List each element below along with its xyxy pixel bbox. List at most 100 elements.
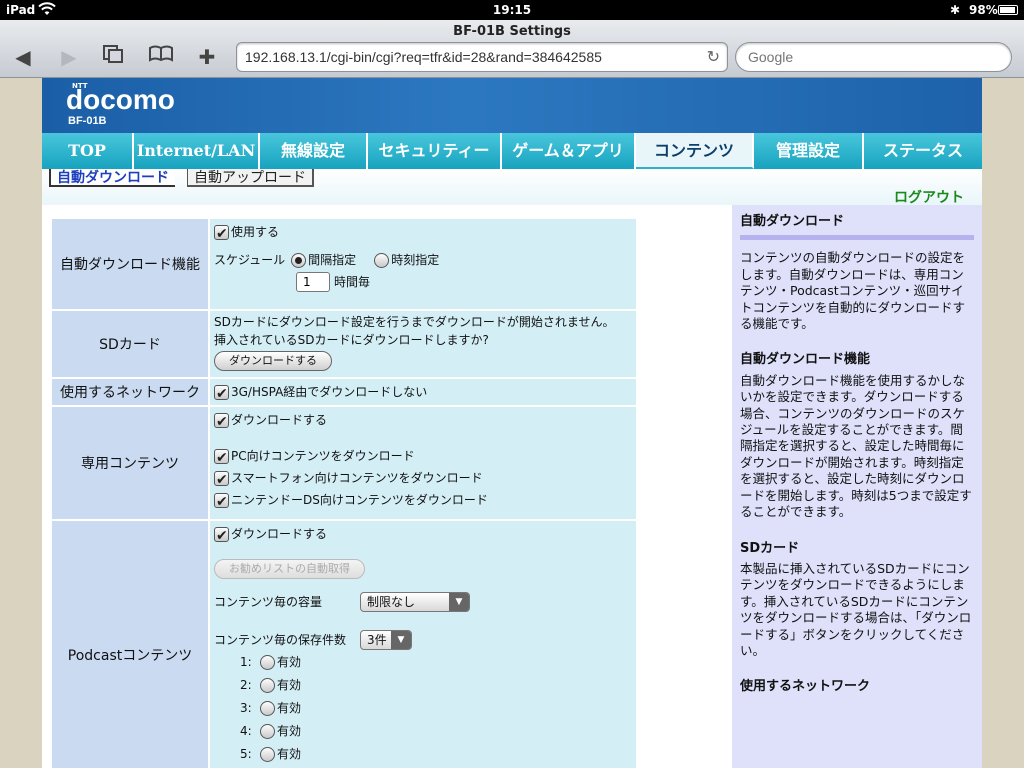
pc-contents-checkbox[interactable] — [214, 447, 229, 469]
ds-contents-checkbox[interactable] — [214, 491, 229, 513]
podcast-contents-field: ダウンロードする お勧めリストの自動取得 コンテンツ毎の容量 制限なし ▼ コン… — [208, 519, 638, 768]
help-title: 自動ダウンロード — [740, 214, 845, 229]
tab-status[interactable]: ステータス — [864, 133, 982, 169]
tab-contents[interactable]: コンテンツ — [636, 133, 754, 169]
search-field[interactable] — [735, 42, 1012, 72]
sd-card-label: SDカード — [50, 309, 210, 379]
enable-label: 有効 — [277, 701, 302, 715]
router-page: NTT docomo BF-01B TOP Internet/LAN 無線設定 … — [42, 78, 982, 768]
count-label: コンテンツ毎の保存件数 — [214, 633, 347, 647]
podcast-row-4-enable[interactable] — [260, 723, 275, 739]
podcast-row-1-enable[interactable] — [260, 654, 275, 670]
count-value: 3件 — [367, 633, 387, 647]
settings-table: 自動ダウンロード機能 使用する スケジュール 間隔指定 時刻指定 — [50, 217, 638, 768]
auto-download-field: 使用する スケジュール 間隔指定 時刻指定 時間毎 — [208, 217, 638, 311]
network-label: 使用するネットワーク — [50, 377, 210, 407]
podcast-row-3-enable[interactable] — [260, 700, 275, 716]
bookmarks-icon[interactable] — [146, 44, 176, 70]
settings-area: 自動ダウンロード機能 使用する スケジュール 間隔指定 時刻指定 — [42, 205, 732, 768]
podcast-row-number: 1: — [240, 655, 252, 669]
schedule-label: スケジュール — [214, 253, 286, 267]
smartphone-contents-label: スマートフォン向けコンテンツをダウンロード — [231, 471, 483, 485]
sd-card-notice: SDカードにダウンロード設定を行うまでダウンロードが開始されません。 — [214, 315, 615, 329]
tab-security[interactable]: セキュリティー — [368, 133, 502, 169]
search-input[interactable] — [748, 49, 998, 65]
page-header: NTT docomo BF-01B — [42, 78, 982, 133]
back-arrow-icon[interactable]: ◀ — [8, 44, 38, 70]
sub-navigation: 自動ダウンロード 自動アップロード — [42, 169, 982, 205]
podcast-row-number: 2: — [240, 678, 252, 692]
interval-label: 間隔指定 — [308, 253, 357, 267]
enable-label: 有効 — [277, 724, 302, 738]
time-radio[interactable] — [374, 252, 390, 268]
tab-internet-lan[interactable]: Internet/LAN — [134, 133, 260, 169]
auto-download-label: 自動ダウンロード機能 — [50, 217, 210, 311]
podcast-row-number: 4: — [240, 724, 252, 738]
auto-fetch-button[interactable]: お勧めリストの自動取得 — [214, 559, 365, 579]
sd-card-question: 挿入されているSDカードにダウンロードしますか? — [214, 333, 489, 347]
network-field: 3G/HSPA経由でダウンロードしない — [208, 377, 638, 407]
logout-link[interactable]: ログアウト — [894, 187, 964, 207]
help-text: コンテンツの自動ダウンロードの設定をします。自動ダウンロードは、専用コンテンツ・… — [740, 250, 966, 332]
main-menu: TOP Internet/LAN 無線設定 セキュリティー ゲーム＆アプリ コン… — [42, 133, 982, 169]
tab-wireless[interactable]: 無線設定 — [260, 133, 368, 169]
url-text[interactable]: 192.168.13.1/cgi-bin/cgi?req=tfr&id=28&r… — [245, 49, 602, 65]
browser-page-title: BF-01B Settings — [453, 24, 571, 39]
battery-icon — [998, 5, 1018, 15]
hours-input[interactable] — [296, 272, 330, 292]
podcast-row-number: 3: — [240, 701, 252, 715]
help-panel: 自動ダウンロード コンテンツの自動ダウンロードの設定をします。自動ダウンロードは… — [732, 205, 982, 768]
ds-contents-label: ニンテンドーDS向けコンテンツをダウンロード — [231, 493, 488, 507]
address-bar[interactable]: 192.168.13.1/cgi-bin/cgi?req=tfr&id=28&r… — [236, 42, 728, 72]
tab-admin[interactable]: 管理設定 — [754, 133, 864, 169]
sd-download-button[interactable]: ダウンロードする — [214, 351, 332, 371]
podcast-row-2-enable[interactable] — [260, 677, 275, 693]
auto-download-use-checkbox[interactable] — [214, 223, 229, 245]
dedicated-contents-field: ダウンロードする PC向けコンテンツをダウンロード スマートフォン向けコンテンツ… — [208, 405, 638, 521]
podcast-download-label: ダウンロードする — [231, 527, 328, 541]
subtab-auto-download[interactable]: 自動ダウンロード — [49, 169, 175, 187]
enable-label: 有効 — [277, 655, 302, 669]
help-text: 本製品に挿入されているSDカードにコンテンツをダウンロードできるようにします。挿… — [740, 560, 972, 658]
podcast-row-number: 5: — [240, 747, 252, 761]
podcast-download-checkbox[interactable] — [214, 525, 229, 547]
network-3g-checkbox[interactable] — [214, 383, 229, 405]
clock: 19:15 — [492, 3, 532, 17]
capacity-select[interactable]: 制限なし ▼ — [360, 592, 470, 612]
help-title: 自動ダウンロード機能 — [740, 352, 871, 368]
help-title: SDカード — [740, 540, 800, 556]
tab-games-apps[interactable]: ゲーム＆アプリ — [502, 133, 636, 169]
tab-top[interactable]: TOP — [42, 133, 134, 169]
dedicated-download-checkbox[interactable] — [214, 411, 229, 433]
dedicated-download-label: ダウンロードする — [231, 413, 328, 427]
reload-icon[interactable]: ↻ — [707, 47, 720, 66]
auto-download-use-label: 使用する — [231, 225, 280, 239]
pc-contents-label: PC向けコンテンツをダウンロード — [231, 449, 415, 463]
browser-toolbar: BF-01B Settings ◀ ▶ ✚ 192.168.13.1/cgi-b… — [0, 20, 1024, 78]
interval-radio[interactable] — [291, 252, 307, 268]
enable-label: 有効 — [277, 747, 302, 761]
sd-card-field: SDカードにダウンロード設定を行うまでダウンロードが開始されません。 挿入されて… — [208, 309, 638, 379]
time-label: 時刻指定 — [391, 253, 440, 267]
docomo-logo: docomo — [66, 84, 175, 115]
forward-arrow-icon[interactable]: ▶ — [54, 44, 84, 70]
help-divider — [740, 235, 974, 241]
pages-icon[interactable] — [98, 44, 128, 70]
capacity-value: 制限なし — [367, 595, 416, 609]
dedicated-contents-label: 専用コンテンツ — [50, 405, 210, 521]
status-bar: iPad 19:15 ✱ 98% — [0, 0, 1024, 20]
help-text: 自動ダウンロード機能を使用するかしないかを設定できます。ダウンロードする場合、コ… — [740, 372, 972, 520]
bluetooth-icon: ✱ — [950, 3, 961, 17]
smartphone-contents-checkbox[interactable] — [214, 469, 229, 491]
model-name: BF-01B — [68, 115, 107, 127]
help-title: 使用するネットワーク — [740, 679, 871, 695]
enable-label: 有効 — [277, 678, 302, 692]
add-plus-icon[interactable]: ✚ — [192, 44, 222, 70]
podcast-row-5-enable[interactable] — [260, 746, 275, 762]
battery-percent: 98% — [969, 3, 998, 17]
subtab-auto-upload[interactable]: 自動アップロード — [187, 169, 314, 187]
count-select[interactable]: 3件 ▼ — [360, 630, 412, 650]
hours-suffix: 時間毎 — [334, 275, 371, 289]
podcast-contents-label: Podcastコンテンツ — [50, 519, 210, 768]
capacity-label: コンテンツ毎の容量 — [214, 595, 323, 609]
